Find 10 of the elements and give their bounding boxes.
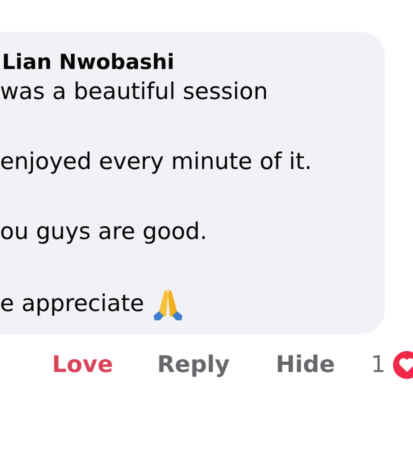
comment-text: e appreciate [0,290,144,319]
reaction-count: 1 [370,352,386,378]
action-link[interactable]: Love [52,352,114,378]
heart-icon[interactable] [392,350,413,380]
action-link[interactable]: Hide [276,352,335,378]
comment-text: enjoyed every minute of it. [0,148,312,177]
action-link[interactable]: Reply [157,352,230,378]
comment-text: ou guys are good. [0,218,208,247]
author-name[interactable]: Lian Nwobashi [0,48,385,76]
comment-text: was a beautiful session [0,78,268,107]
